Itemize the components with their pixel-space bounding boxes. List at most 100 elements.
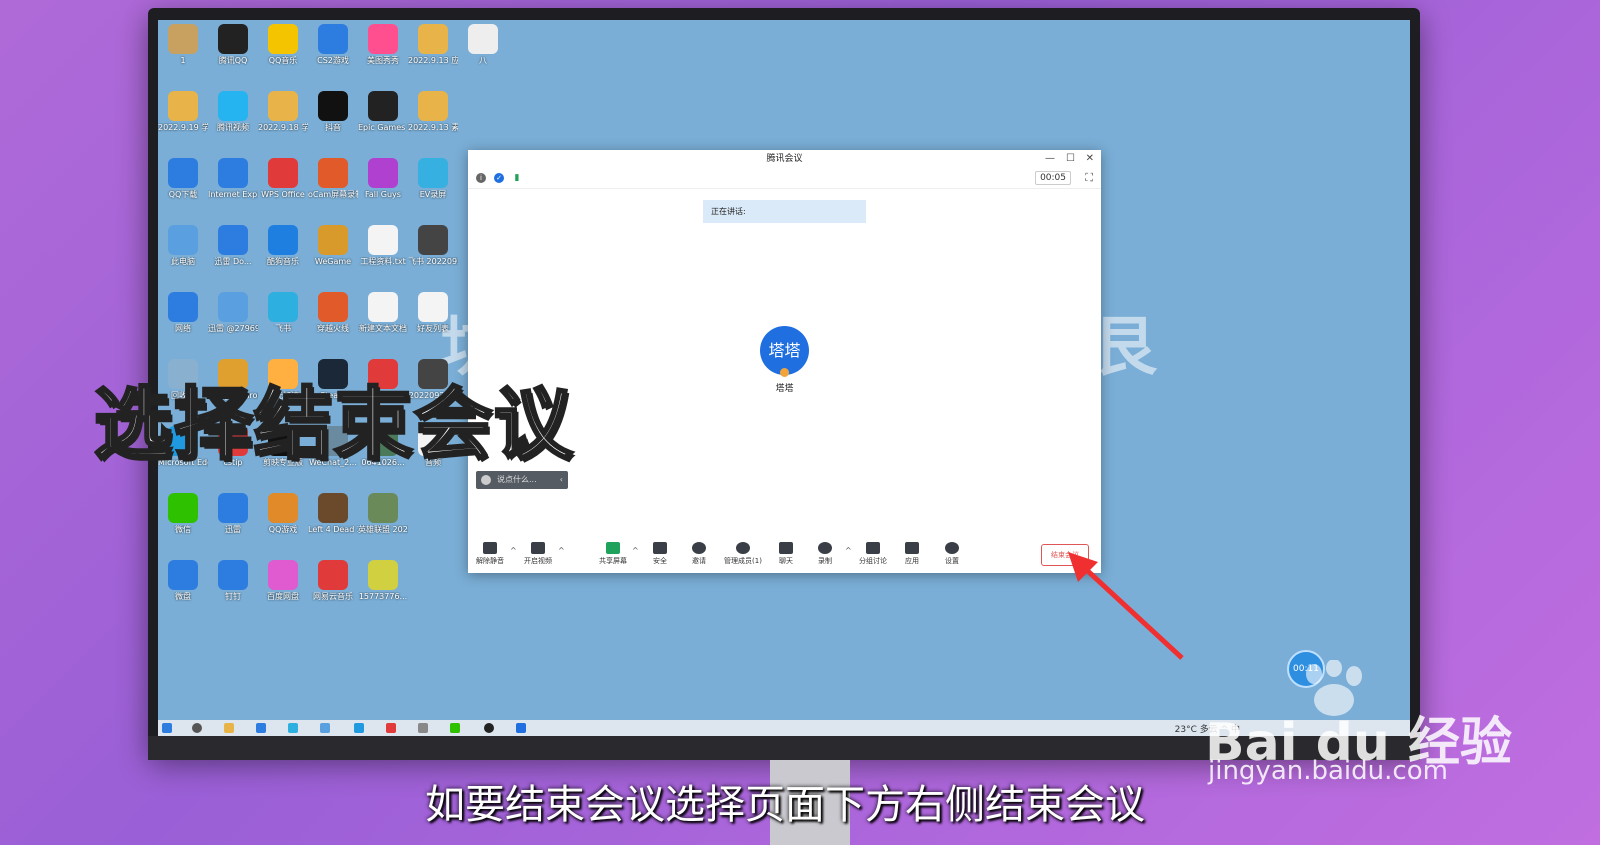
app-icon xyxy=(318,493,348,523)
desktop-icon[interactable]: Epic Games Launcher xyxy=(358,91,408,133)
desktop-icon[interactable]: WeGame xyxy=(308,225,358,267)
users-icon xyxy=(736,542,750,554)
fullscreen-icon[interactable]: ⛶ xyxy=(1085,171,1093,185)
desktop-icon[interactable]: 迅雷 Do... xyxy=(208,225,258,267)
desktop-icon[interactable]: 新建文本文档 xyxy=(358,292,408,334)
file-explorer-icon[interactable] xyxy=(224,723,234,733)
desktop-icon[interactable]: 微盘 xyxy=(158,560,208,602)
desktop-icon-label: Epic Games Launcher xyxy=(358,123,408,132)
desktop-icon[interactable]: 腾讯QQ xyxy=(208,24,258,66)
chevron-up-icon[interactable]: ^ xyxy=(845,546,852,555)
desktop-icon[interactable]: QQ音乐 xyxy=(258,24,308,66)
manage-members-button[interactable]: 管理成员(1) xyxy=(721,542,765,566)
desktop-icon[interactable]: 网易云音乐 xyxy=(308,560,358,602)
desktop-icon[interactable]: 2022.9.13 素材 (1) xyxy=(408,91,458,133)
desktop-icon[interactable]: 百度网盘 xyxy=(258,560,308,602)
desktop-icon[interactable]: 微信 xyxy=(158,493,208,535)
start-video-button[interactable]: 开启视频 xyxy=(518,542,558,566)
apps-button[interactable]: 应用 xyxy=(892,542,932,566)
security-button[interactable]: 安全 xyxy=(640,542,680,566)
desktop-icon[interactable]: Left 4 Dead 2 xyxy=(308,493,358,535)
taskbar-app-icon[interactable] xyxy=(288,723,298,733)
apps-label: 应用 xyxy=(905,557,919,565)
desktop-icon[interactable]: 15773776... xyxy=(358,560,408,602)
desktop-icon[interactable]: 2022.9.13 应用教程（... xyxy=(408,24,458,66)
desktop-icon[interactable]: Fall Guys xyxy=(358,158,408,200)
app-icon xyxy=(168,158,198,188)
desktop-icon[interactable]: 飞书 xyxy=(258,292,308,334)
desktop-icon-label: 网易云音乐 xyxy=(313,592,353,601)
shield-icon[interactable]: ✓ xyxy=(494,173,504,183)
desktop-icon[interactable]: 钉钉 xyxy=(208,560,258,602)
taskbar-app-icon[interactable] xyxy=(320,723,330,733)
desktop-icon-label: 微盘 xyxy=(175,592,191,601)
desktop-icon-label: Left 4 Dead 2 xyxy=(308,525,358,534)
desktop-icon[interactable]: 酷狗音乐 xyxy=(258,225,308,267)
desktop-icon-label: Fall Guys xyxy=(365,190,401,199)
desktop-icon[interactable]: 美图秀秀 xyxy=(358,24,408,66)
taskbar-app-icon[interactable] xyxy=(256,723,266,733)
desktop-icon-label: 迅雷 Do... xyxy=(214,257,252,266)
minimize-icon[interactable]: — xyxy=(1045,150,1055,168)
desktop-icon[interactable]: 迅雷 xyxy=(208,493,258,535)
record-icon xyxy=(818,542,832,554)
app-icon xyxy=(168,24,198,54)
desktop-icon[interactable]: 迅雷 @279694... xyxy=(208,292,258,334)
maximize-icon[interactable]: ☐ xyxy=(1066,150,1075,168)
desktop-icon[interactable]: WPS Office xyxy=(258,158,308,200)
desktop-icon-label: 2022.9.18 学习 xyxy=(258,123,308,132)
desktop-icon[interactable]: 英雄联盟 2022050... xyxy=(358,493,408,535)
chat-placeholder: 说点什么... xyxy=(497,475,537,484)
desktop-icon[interactable]: 2022.9.18 学习 xyxy=(258,91,308,133)
settings-button[interactable]: 设置 xyxy=(932,542,972,566)
desktop-icon[interactable]: 抖音 xyxy=(308,91,358,133)
desktop-icon[interactable]: 穿越火线 xyxy=(308,292,358,334)
desktop-icon-label: QQ音乐 xyxy=(268,56,298,65)
app-icon xyxy=(218,493,248,523)
add-user-icon xyxy=(692,542,706,554)
desktop-icon[interactable]: QQ下载 xyxy=(158,158,208,200)
desktop-icon[interactable]: oCam屏幕录制 xyxy=(308,158,358,200)
taskbar-app-icon[interactable] xyxy=(484,723,494,733)
desktop-icon[interactable]: 腾讯视频 xyxy=(208,91,258,133)
chat-button[interactable]: 聊天 xyxy=(766,542,806,566)
taskbar-app-icon[interactable] xyxy=(450,723,460,733)
desktop-icon[interactable]: 网络 xyxy=(158,292,208,334)
signal-icon[interactable]: ▮ xyxy=(512,173,522,183)
desktop-icon[interactable]: 工程资料.txt xyxy=(358,225,408,267)
record-button[interactable]: 录制 xyxy=(805,542,845,566)
start-icon[interactable] xyxy=(162,723,172,733)
desktop-icon[interactable]: 好友列表 xyxy=(408,292,458,334)
emoji-icon[interactable] xyxy=(481,474,491,485)
desktop-icon[interactable]: 1 xyxy=(158,24,208,66)
desktop-icon[interactable]: 2022.9.19 学习 1图 xyxy=(158,91,208,133)
share-screen-button[interactable]: 共享屏幕 xyxy=(593,542,633,566)
desktop-icon[interactable]: QQ游戏 xyxy=(258,493,308,535)
taskbar-app-icon[interactable] xyxy=(386,723,396,733)
info-icon[interactable]: i xyxy=(476,173,486,183)
desktop-icon[interactable]: Internet Explorer xyxy=(208,158,258,200)
desktop-icon-label: 腾讯视频 xyxy=(217,123,249,132)
desktop-icon[interactable]: 飞书 20220920... xyxy=(408,225,458,267)
taskbar-app-icon[interactable] xyxy=(418,723,428,733)
desktop-icon-label: 网络 xyxy=(175,324,191,333)
desktop-icon[interactable]: 此电脑 xyxy=(158,225,208,267)
desktop-icon[interactable]: EV录屏 xyxy=(408,158,458,200)
close-icon[interactable]: ✕ xyxy=(1086,150,1094,168)
desktop-icon[interactable]: 八 xyxy=(458,24,508,66)
camera-off-icon xyxy=(531,542,545,554)
desktop-icon[interactable]: CS2游戏 xyxy=(308,24,358,66)
unmute-button[interactable]: 解除静音 xyxy=(470,542,510,566)
taskbar-app-icon[interactable] xyxy=(354,723,364,733)
background-text-right: 艮 xyxy=(1093,311,1157,385)
meeting-window-titlebar: 腾讯会议 — ☐ ✕ xyxy=(468,150,1101,168)
chevron-up-icon[interactable]: ^ xyxy=(632,546,639,555)
chevron-up-icon[interactable]: ^ xyxy=(558,546,565,555)
search-icon[interactable] xyxy=(192,723,202,733)
app-icon xyxy=(168,493,198,523)
chevron-up-icon[interactable]: ^ xyxy=(510,546,517,555)
app-icon xyxy=(418,158,448,188)
invite-button[interactable]: 邀请 xyxy=(679,542,719,566)
taskbar-meeting-icon[interactable] xyxy=(516,723,526,733)
breakout-button[interactable]: 分组讨论 xyxy=(853,542,893,566)
